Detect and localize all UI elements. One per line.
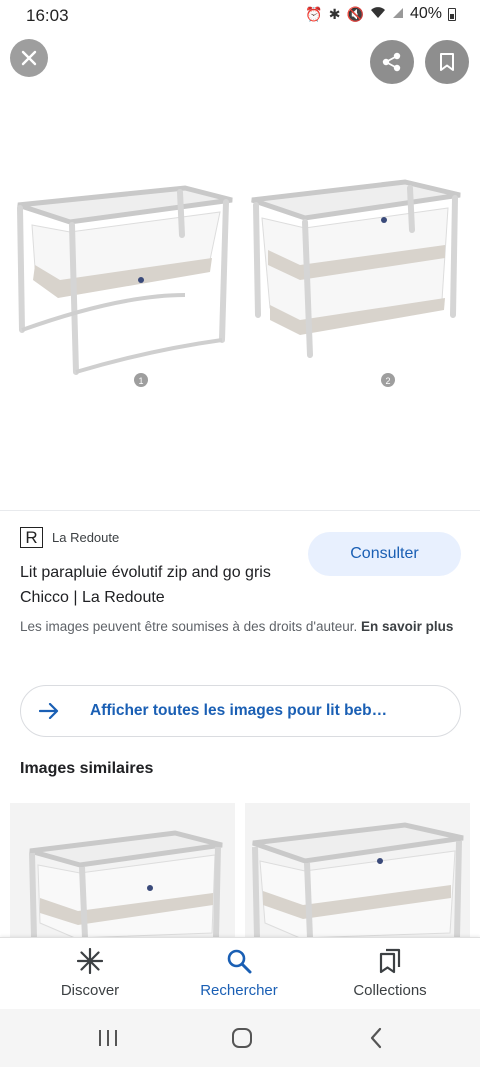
- nav-collections[interactable]: Collections: [330, 946, 450, 999]
- status-icons: ⏰ ✱ 🔇 40%: [305, 5, 456, 23]
- nav-discover-label: Discover: [60, 982, 120, 999]
- crib-thumbnail-1: [10, 803, 235, 938]
- bookmark-icon: [440, 53, 454, 71]
- source-name: La Redoute: [52, 530, 120, 545]
- nav-search[interactable]: Rechercher: [179, 946, 299, 999]
- crib-image-2: [251, 179, 461, 358]
- share-button[interactable]: [370, 40, 414, 84]
- status-time: 16:03: [26, 6, 69, 25]
- mute-icon: 🔇: [346, 5, 364, 22]
- alarm-icon: ⏰: [305, 5, 323, 22]
- learn-more-link[interactable]: En savoir plus: [361, 619, 453, 634]
- share-icon: [382, 52, 401, 72]
- asterisk-icon: [77, 946, 103, 976]
- image-badge-1: 1: [138, 376, 143, 386]
- show-all-label: Afficher toutes les images pour lit beb…: [90, 702, 388, 719]
- image-viewer-screen: 16:03 ⏰ ✱ 🔇 40% 1 2 R La Redoute Consult…: [0, 0, 480, 1067]
- search-icon: [226, 946, 252, 976]
- crib-image-1: [17, 185, 233, 375]
- copyright-notice: Les images peuvent être soumises à des d…: [20, 615, 465, 639]
- status-bar: 16:03 ⏰ ✱ 🔇 40%: [0, 0, 480, 32]
- similar-images-title: Images similaires: [20, 760, 154, 777]
- battery-icon: [448, 7, 456, 21]
- bluetooth-icon: ✱: [328, 5, 341, 22]
- product-image[interactable]: 1 2: [0, 100, 480, 505]
- close-button[interactable]: [10, 39, 48, 77]
- show-all-images-button[interactable]: Afficher toutes les images pour lit beb…: [20, 685, 461, 737]
- battery-percent: 40%: [409, 5, 442, 22]
- divider: [0, 510, 480, 511]
- collections-icon: [378, 946, 402, 976]
- wifi-icon: [370, 6, 386, 22]
- system-navigation-bar: [0, 1009, 480, 1067]
- signal-icon: [392, 6, 404, 22]
- home-icon: [232, 1028, 252, 1048]
- close-icon: [21, 50, 37, 66]
- save-button[interactable]: [425, 40, 469, 84]
- crib-thumbnail-2: [245, 803, 470, 938]
- crib-illustration: 1 2: [17, 179, 461, 387]
- result-title[interactable]: Lit parapluie évolutif zip and go gris C…: [20, 560, 290, 610]
- copyright-text: Les images peuvent être soumises à des d…: [20, 619, 358, 634]
- nav-discover[interactable]: Discover: [30, 946, 150, 999]
- consult-button[interactable]: Consulter: [308, 532, 461, 576]
- recents-button[interactable]: [88, 1023, 128, 1053]
- nav-collections-label: Collections: [353, 982, 427, 999]
- back-icon: [370, 1027, 382, 1049]
- back-button[interactable]: [356, 1023, 396, 1053]
- home-button[interactable]: [222, 1023, 262, 1053]
- similar-image-thumbnail[interactable]: [10, 803, 235, 938]
- recents-icon: [99, 1030, 117, 1046]
- source-row[interactable]: R La Redoute: [20, 527, 119, 548]
- nav-search-label: Rechercher: [200, 982, 278, 999]
- image-badge-2: 2: [385, 376, 390, 386]
- source-logo: R: [20, 527, 43, 548]
- arrow-right-icon: [38, 700, 60, 722]
- bottom-navigation: Discover Rechercher Collections: [0, 937, 480, 1009]
- similar-image-thumbnail[interactable]: [245, 803, 470, 938]
